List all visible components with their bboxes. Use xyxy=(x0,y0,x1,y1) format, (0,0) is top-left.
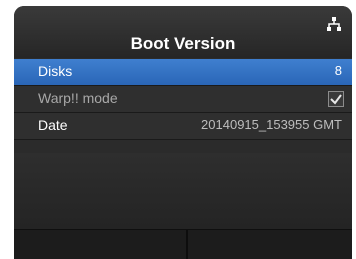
device-screen: Boot Version Disks 8 Warp!! mode Date 20… xyxy=(14,6,352,259)
list-item-label: Disks xyxy=(38,63,73,79)
network-icon xyxy=(327,17,341,31)
list-item-value: 8 xyxy=(334,63,342,78)
check-icon xyxy=(328,91,344,107)
list-empty-area xyxy=(14,153,352,229)
page-title: Boot Version xyxy=(130,34,236,53)
list-item-disks[interactable]: Disks 8 xyxy=(14,59,352,86)
softkey-bar xyxy=(14,229,352,259)
list-item-date[interactable]: Date 20140915_153955 GMT xyxy=(14,113,352,140)
list-item-label: Warp!! mode xyxy=(38,90,118,106)
header-bar: Boot Version xyxy=(14,6,352,58)
list-item-value: 20140915_153955 GMT xyxy=(201,117,342,132)
list-item-label: Date xyxy=(38,117,68,133)
softkey-left[interactable] xyxy=(14,230,188,259)
list-item-warp-mode[interactable]: Warp!! mode xyxy=(14,86,352,113)
softkey-right[interactable] xyxy=(188,230,352,259)
